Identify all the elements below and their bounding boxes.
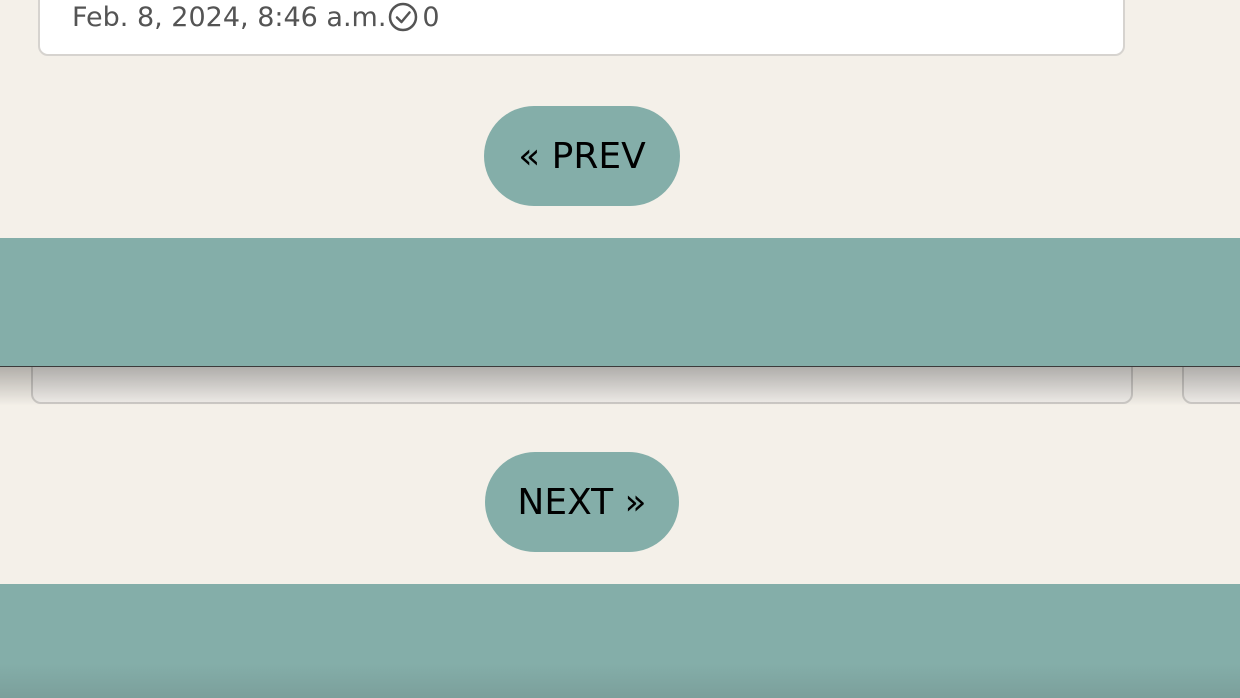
prev-page-button[interactable]: « PREV xyxy=(484,106,680,206)
page: Feb. 8, 2024, 8:46 a.m. 0 « PREV NEXT » xyxy=(0,0,1240,698)
post-timestamp: Feb. 8, 2024, 8:46 a.m. xyxy=(72,1,387,33)
footer xyxy=(0,584,1240,698)
post-meta: Feb. 8, 2024, 8:46 a.m. 0 xyxy=(72,2,440,32)
next-page-button[interactable]: NEXT » xyxy=(485,452,679,552)
check-circle-icon xyxy=(388,2,418,32)
check-count: 0 xyxy=(422,1,440,33)
header-band xyxy=(0,238,1240,367)
post-card: Feb. 8, 2024, 8:46 a.m. 0 xyxy=(38,0,1125,56)
